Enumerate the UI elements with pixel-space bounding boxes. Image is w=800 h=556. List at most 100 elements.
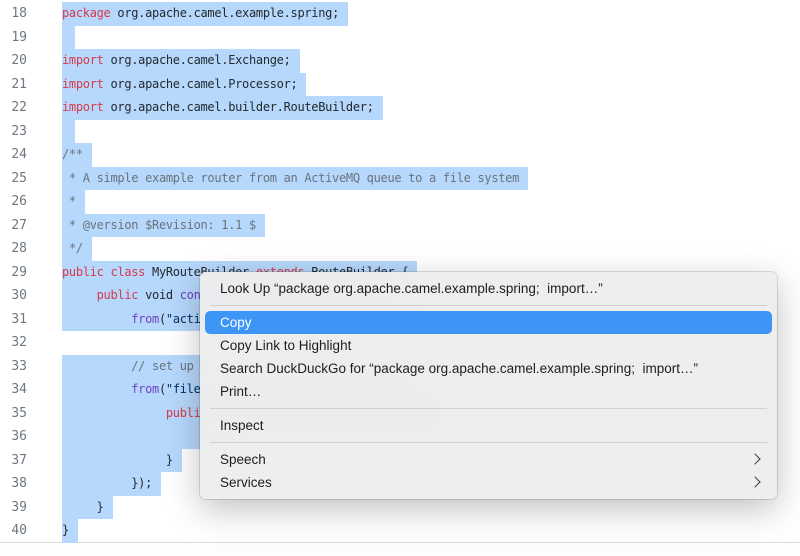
code-token: from [131, 312, 159, 326]
menu-item-label: Speech [220, 452, 266, 467]
menu-item-copy[interactable]: Copy [205, 311, 772, 334]
menu-item-label: Services [220, 475, 272, 490]
selection-highlight: * A simple example router from an Active… [62, 167, 528, 191]
code-token: */ [62, 241, 83, 255]
code-token: * @version $Revision: 1.1 $ [62, 218, 256, 232]
line-number: 34 [0, 378, 27, 402]
menu-separator [210, 408, 767, 409]
menu-separator [210, 305, 767, 306]
menu-item-label: Look Up “package org.apache.camel.exampl… [220, 281, 603, 296]
menu-item-label: Inspect [220, 418, 264, 433]
code-line-content: } [62, 519, 78, 543]
menu-item-label: Print… [220, 384, 261, 399]
selection-highlight: * [62, 190, 85, 214]
menu-item-inspect[interactable]: Inspect [205, 414, 772, 437]
code-token: from [131, 382, 159, 396]
selection-highlight [62, 26, 75, 50]
line-number: 36 [0, 425, 27, 449]
selection-highlight: }); [62, 472, 161, 496]
code-token [62, 288, 97, 302]
line-number: 38 [0, 472, 27, 496]
code-token [62, 382, 131, 396]
code-line: 27 * @version $Revision: 1.1 $ [0, 214, 800, 238]
code-line-content: } [62, 449, 182, 473]
line-number: 23 [0, 120, 27, 144]
code-line-content: } [62, 496, 113, 520]
code-token: org.apache.camel.example.spring; [110, 6, 339, 20]
code-line-content: import org.apache.camel.builder.RouteBui… [62, 96, 383, 120]
line-number: 33 [0, 355, 27, 379]
code-token: * [62, 194, 76, 208]
submenu-chevron-icon [749, 453, 760, 464]
code-line-content: */ [62, 237, 92, 261]
line-number: 22 [0, 96, 27, 120]
code-token [62, 406, 166, 420]
code-token: * A simple example router from an Active… [62, 171, 519, 185]
code-line-content [62, 120, 75, 144]
code-line: 24/** [0, 143, 800, 167]
menu-item-speech[interactable]: Speech [205, 448, 772, 471]
line-number: 30 [0, 284, 27, 308]
code-line-content: /** [62, 143, 92, 167]
selection-highlight: */ [62, 237, 92, 261]
code-line: 21 import org.apache.camel.Processor; [0, 73, 800, 97]
line-number: 27 [0, 214, 27, 238]
page-footer-strip [0, 544, 800, 556]
code-line-content: import org.apache.camel.Processor; [62, 73, 306, 97]
code-token: /** [62, 147, 83, 161]
code-token: } [62, 523, 69, 537]
line-number: 21 [0, 73, 27, 97]
line-number: 35 [0, 402, 27, 426]
selection-highlight [62, 120, 75, 144]
submenu-chevron-icon [749, 476, 760, 487]
menu-item-copy-link-to-highlight[interactable]: Copy Link to Highlight [205, 334, 772, 357]
line-number: 20 [0, 49, 27, 73]
code-line: 26 * [0, 190, 800, 214]
code-token: org.apache.camel.builder.RouteBuilder; [104, 100, 374, 114]
code-token: import [62, 77, 104, 91]
menu-item-services[interactable]: Services [205, 471, 772, 494]
code-line: 25 * A simple example router from an Act… [0, 167, 800, 191]
code-token: import [62, 53, 104, 67]
code-line: 20 import org.apache.camel.Exchange; [0, 49, 800, 73]
code-line-content: * @version $Revision: 1.1 $ [62, 214, 265, 238]
line-number: 40 [0, 519, 27, 543]
menu-item-print[interactable]: Print… [205, 380, 772, 403]
line-number: 26 [0, 190, 27, 214]
code-token: } [62, 453, 173, 467]
code-line: 18 package org.apache.camel.example.sprin… [0, 2, 800, 26]
code-line: 19 [0, 26, 800, 50]
selection-highlight: } [62, 449, 182, 473]
code-token: ( [159, 312, 166, 326]
menu-item-label: Search DuckDuckGo for “package org.apach… [220, 361, 698, 376]
selection-highlight: import org.apache.camel.Exchange; [62, 49, 300, 73]
line-number: 19 [0, 26, 27, 50]
line-number: 18 [0, 2, 27, 26]
context-menu: Look Up “package org.apache.camel.exampl… [200, 272, 777, 499]
line-number: 28 [0, 237, 27, 261]
code-line-content: package org.apache.camel.example.spring; [62, 2, 348, 26]
code-token: ( [159, 382, 166, 396]
menu-item-label: Copy Link to Highlight [220, 338, 351, 353]
menu-item-label: Copy [220, 315, 252, 330]
code-token [62, 359, 131, 373]
code-token: void [138, 288, 180, 302]
code-line-content: * [62, 190, 85, 214]
code-line: 28 */ [0, 237, 800, 261]
code-line: 22 import org.apache.camel.builder.RouteB… [0, 96, 800, 120]
selection-highlight: } [62, 519, 78, 543]
code-line: 23 [0, 120, 800, 144]
menu-item-look-up[interactable]: Look Up “package org.apache.camel.exampl… [205, 277, 772, 300]
selection-highlight: * @version $Revision: 1.1 $ [62, 214, 265, 238]
selection-highlight: package org.apache.camel.example.spring; [62, 2, 348, 26]
code-token: org.apache.camel.Processor; [104, 77, 298, 91]
code-token: org.apache.camel.Exchange; [104, 53, 291, 67]
selection-highlight: } [62, 496, 113, 520]
code-line-content [62, 26, 75, 50]
line-number: 29 [0, 261, 27, 285]
code-token: package [62, 6, 110, 20]
code-token: } [62, 500, 104, 514]
code-token: import [62, 100, 104, 114]
line-number: 25 [0, 167, 27, 191]
menu-item-search-duckduckgo[interactable]: Search DuckDuckGo for “package org.apach… [205, 357, 772, 380]
